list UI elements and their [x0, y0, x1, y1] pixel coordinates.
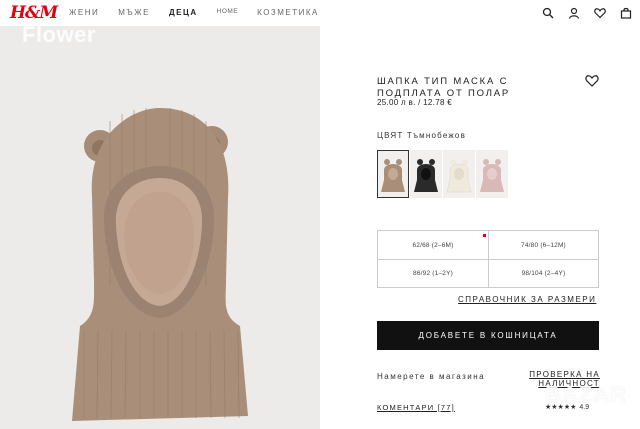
product-image[interactable]: Flower — [0, 26, 320, 429]
nav-item-beauty[interactable]: КОЗМЕТИКА — [257, 8, 319, 17]
find-in-store-label: Намерете в магазина — [377, 372, 486, 381]
size-label: 86/92 (1–2Y) — [413, 270, 453, 277]
product-price: 25.00 л в. / 12.78 € — [377, 98, 452, 107]
size-option[interactable]: 74/80 (6–12M) — [488, 231, 598, 259]
bag-icon[interactable] — [620, 6, 632, 19]
add-to-cart-button[interactable]: ДОБАВЕТЕ В КОШНИЦАТА — [377, 321, 599, 350]
size-label: 62/68 (2–6M) — [412, 241, 454, 249]
brand-logo[interactable]: H&M — [10, 3, 58, 23]
search-icon[interactable] — [542, 6, 554, 19]
swatch-cream[interactable] — [443, 150, 475, 198]
color-swatches — [377, 150, 508, 198]
main-nav: ЖЕНИ МЪЖЕ ДЕЦА HOME КОЗМЕТИКА — [69, 8, 338, 17]
size-label: 74/80 (6–12M) — [521, 241, 566, 249]
rating-summary: ★★★★★ 4.9 — [545, 403, 590, 412]
size-label: 98/104 (2–4Y) — [521, 270, 566, 277]
size-option[interactable]: 86/92 (1–2Y) — [378, 259, 488, 287]
header-icons — [542, 6, 632, 19]
color-label: ЦВЯТ Тъмнобежов — [377, 131, 467, 140]
swatch-black[interactable] — [410, 150, 442, 198]
low-stock-indicator — [483, 234, 486, 237]
size-option[interactable]: 62/68 (2–6M) — [378, 231, 488, 259]
balaclava-illustration — [72, 108, 248, 421]
size-selector: 62/68 (2–6M) 74/80 (6–12M) 86/92 (1–2Y) … — [377, 230, 599, 288]
reviews-link[interactable]: КОМЕНТАРИ [77] — [377, 403, 455, 412]
rating-score: 4.9 — [579, 403, 590, 411]
site-header: H&M ЖЕНИ МЪЖЕ ДЕЦА HOME КОЗМЕТИКА — [0, 0, 640, 26]
nav-item-men[interactable]: МЪЖЕ — [118, 8, 150, 17]
favorite-heart-icon[interactable] — [585, 74, 599, 87]
nav-item-home[interactable]: HOME — [217, 8, 239, 17]
product-title: ШАПКА ТИП МАСКА С ПОДПЛАТА ОТ ПОЛАР — [377, 76, 511, 99]
size-option[interactable]: 98/104 (2–4Y) — [488, 259, 598, 287]
watermark-text: Flower — [22, 26, 96, 47]
swatch-pink[interactable] — [476, 150, 508, 198]
size-guide-link[interactable]: СПРАВОЧНИК ЗА РАЗМЕРИ — [458, 295, 596, 304]
nav-item-women[interactable]: ЖЕНИ — [69, 8, 99, 17]
heart-icon[interactable] — [594, 6, 606, 19]
swatch-dark-beige[interactable] — [377, 150, 409, 198]
nav-item-kids[interactable]: ДЕЦА — [169, 8, 198, 17]
account-icon[interactable] — [568, 6, 580, 19]
star-rating-icon: ★★★★★ — [545, 404, 577, 411]
